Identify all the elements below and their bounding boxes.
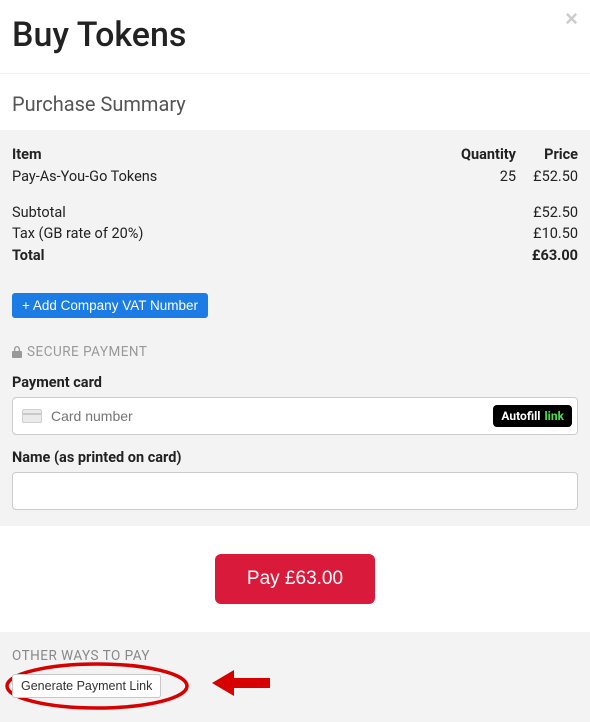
total-value: £63.00 — [516, 245, 578, 267]
tax-value: £10.50 — [516, 223, 578, 245]
annotation-arrow-icon — [212, 668, 270, 698]
col-qty-header: Quantity — [444, 144, 516, 166]
autofill-text: Autofill — [501, 409, 540, 423]
autofill-link-text: link — [545, 409, 565, 423]
purchase-summary-block: Item Quantity Price Pay-As-You-Go Tokens… — [0, 130, 590, 526]
credit-card-icon — [22, 409, 42, 423]
tax-label: Tax (GB rate of 20%) — [12, 223, 444, 245]
total-row: Total £63.00 — [12, 245, 578, 267]
modal-header: Buy Tokens × — [0, 0, 590, 74]
tax-row: Tax (GB rate of 20%) £10.50 — [12, 223, 578, 245]
card-input-wrap: Autofill link — [12, 397, 578, 435]
add-vat-number-button[interactable]: + Add Company VAT Number — [12, 293, 208, 318]
subtotal-value: £52.50 — [516, 202, 578, 224]
summary-header-row: Item Quantity Price — [12, 144, 578, 166]
subtotal-row: Subtotal £52.50 — [12, 202, 578, 224]
secure-payment-label: SECURE PAYMENT — [12, 344, 578, 360]
col-item-header: Item — [12, 144, 444, 166]
other-ways-title: OTHER WAYS TO PAY — [12, 648, 578, 664]
col-price-header: Price — [516, 144, 578, 166]
name-input-wrap — [12, 472, 578, 510]
subtotal-label: Subtotal — [12, 202, 444, 224]
secure-payment-text: SECURE PAYMENT — [27, 344, 147, 360]
lock-icon — [12, 346, 22, 358]
item-price: £52.50 — [516, 166, 578, 188]
modal-title: Buy Tokens — [12, 15, 578, 55]
other-ways-block: OTHER WAYS TO PAY Generate Payment Link — [0, 632, 590, 722]
item-qty: 25 — [444, 166, 516, 188]
pay-button-wrap: Pay £63.00 — [0, 526, 590, 632]
close-button[interactable]: × — [565, 8, 578, 30]
generate-payment-link-button[interactable]: Generate Payment Link — [12, 674, 161, 698]
summary-item-row: Pay-As-You-Go Tokens 25 £52.50 — [12, 166, 578, 188]
autofill-link-badge[interactable]: Autofill link — [493, 405, 572, 427]
payment-card-label: Payment card — [12, 374, 578, 391]
name-on-card-input[interactable] — [12, 472, 578, 510]
item-name: Pay-As-You-Go Tokens — [12, 166, 444, 188]
purchase-summary-title: Purchase Summary — [0, 74, 590, 130]
name-on-card-label: Name (as printed on card) — [12, 449, 578, 466]
pay-button[interactable]: Pay £63.00 — [215, 554, 375, 604]
total-label: Total — [12, 245, 444, 267]
